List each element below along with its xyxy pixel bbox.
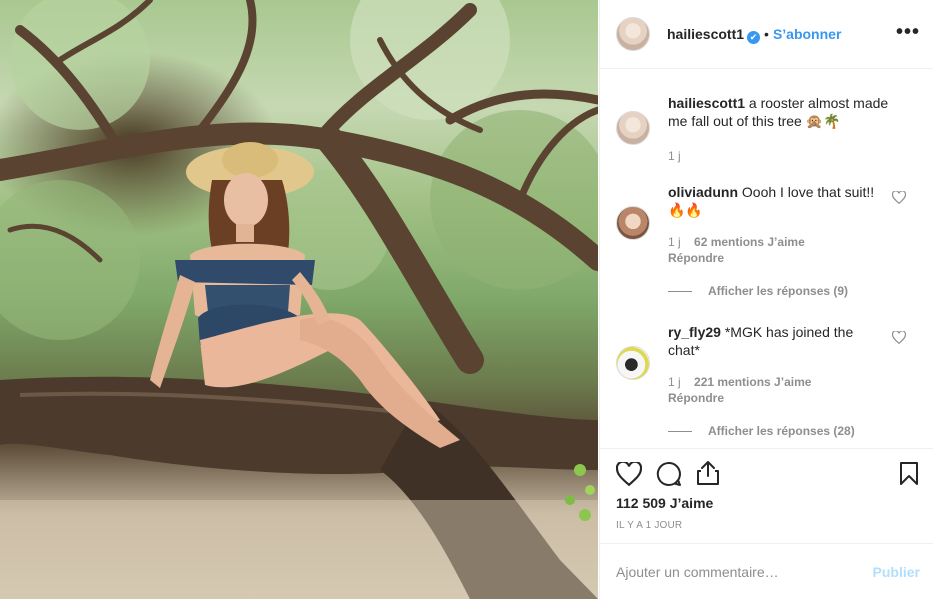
caption: hailiescott1 a rooster almost made me fa… xyxy=(668,94,908,163)
comment-like-heart-icon[interactable] xyxy=(892,191,906,204)
comment-likes[interactable]: 221 mentions J’aime xyxy=(694,375,811,389)
author-avatar[interactable] xyxy=(616,17,650,51)
comment-username[interactable]: ry_fly29 xyxy=(668,324,721,340)
comment-composer: Publier xyxy=(600,543,933,599)
show-replies-button[interactable]: Afficher les réponses (28) xyxy=(668,424,855,438)
show-replies-label: Afficher les réponses (28) xyxy=(708,424,855,438)
comment-ry_fly29: ry_fly29 *MGK has joined the chat* 1 j 2… xyxy=(668,323,878,405)
replies-line xyxy=(668,431,692,433)
comment-likes[interactable]: 62 mentions J’aime xyxy=(694,235,805,249)
comments-list[interactable]: hailiescott1 a rooster almost made me fa… xyxy=(600,70,933,448)
verified-badge-icon: ✔ xyxy=(747,31,761,44)
comment-text-block: ry_fly29 *MGK has joined the chat* xyxy=(668,323,878,359)
caption-text-block: hailiescott1 a rooster almost made me fa… xyxy=(668,94,908,130)
comment-avatar-oliviadunn[interactable] xyxy=(616,206,650,240)
publish-button[interactable]: Publier xyxy=(873,564,920,580)
show-replies-label: Afficher les réponses (9) xyxy=(708,284,849,298)
comment-username[interactable]: oliviadunn xyxy=(668,184,738,200)
comment-meta: 1 j 62 mentions J’aime xyxy=(668,235,888,249)
more-options-icon[interactable]: ••• xyxy=(896,22,920,42)
post-actions: 112 509 J’aime IL Y A 1 JOUR xyxy=(600,448,933,543)
post-side-panel: hailiescott1 ✔ • S’abonner ••• hailiescott1… xyxy=(599,0,933,599)
caption-avatar[interactable] xyxy=(616,111,650,145)
reply-button[interactable]: Répondre xyxy=(668,251,888,265)
show-replies-button[interactable]: Afficher les réponses (9) xyxy=(668,284,848,298)
caption-time: 1 j xyxy=(668,149,681,163)
comment-like-heart-icon[interactable] xyxy=(892,331,906,344)
post-header: hailiescott1 ✔ • S’abonner ••• xyxy=(600,0,933,69)
comment-oliviadunn: oliviadunn Oooh I love that suit!! 🔥🔥 1 … xyxy=(668,183,888,265)
author-line: hailiescott1 ✔ • S’abonner xyxy=(667,26,841,44)
comment-time: 1 j xyxy=(668,235,681,249)
posted-time: IL Y A 1 JOUR xyxy=(616,520,683,531)
reply-button[interactable]: Répondre xyxy=(668,391,878,405)
caption-username[interactable]: hailiescott1 xyxy=(668,95,745,111)
comment-time: 1 j xyxy=(668,375,681,389)
bookmark-icon[interactable] xyxy=(899,461,919,486)
author-username[interactable]: hailiescott1 xyxy=(667,26,744,42)
photo-illustration xyxy=(0,0,598,599)
heart-icon[interactable] xyxy=(616,462,642,486)
separator-dot: • xyxy=(764,26,769,42)
comment-text-block: oliviadunn Oooh I love that suit!! 🔥🔥 xyxy=(668,183,888,219)
replies-line xyxy=(668,291,692,293)
follow-button[interactable]: S’abonner xyxy=(773,26,841,42)
likes-count[interactable]: 112 509 J’aime xyxy=(616,495,713,511)
comment-icon[interactable] xyxy=(656,461,682,487)
post-photo[interactable] xyxy=(0,0,598,599)
share-icon[interactable] xyxy=(696,460,720,486)
comment-meta: 1 j 221 mentions J’aime xyxy=(668,375,878,389)
comment-avatar-ry_fly29[interactable] xyxy=(616,346,650,380)
comment-input[interactable] xyxy=(616,562,856,582)
